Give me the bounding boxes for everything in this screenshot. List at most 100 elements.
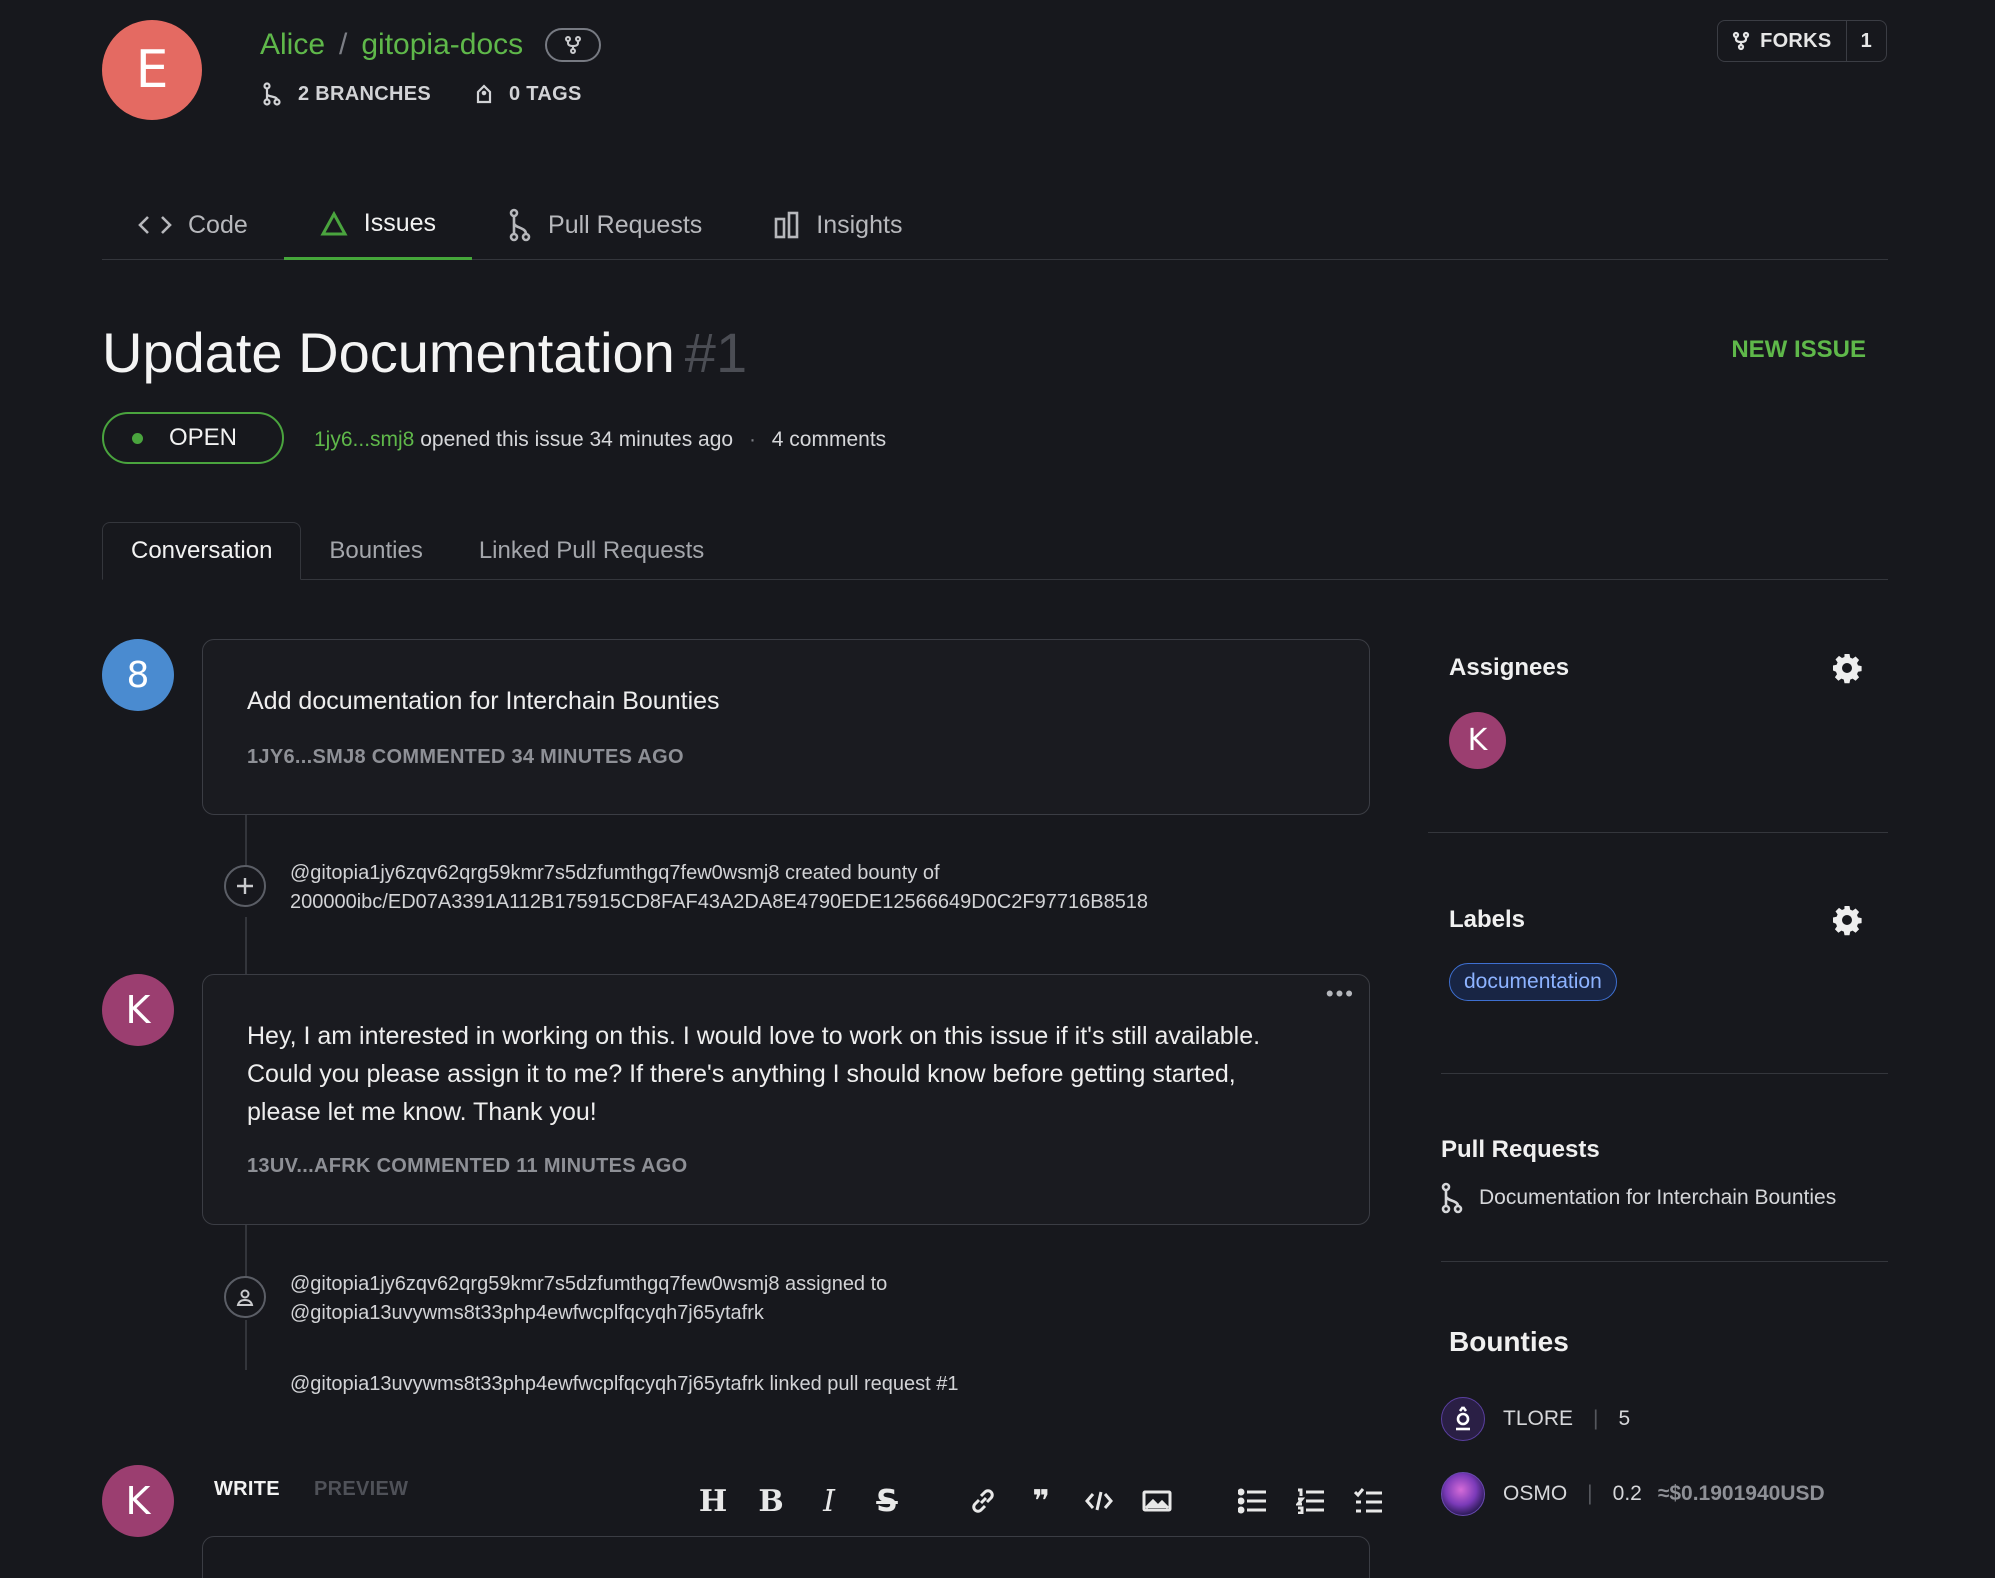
repo-tabs: Code Issues Pull Requests Insights [102,190,1888,260]
subtab-conversation[interactable]: Conversation [102,522,302,580]
ordered-list-icon[interactable] [1292,1482,1330,1520]
tab-pull-requests[interactable]: Pull Requests [472,190,738,260]
osmo-token-icon [1441,1472,1485,1516]
quote-icon[interactable]: ❞ [1022,1482,1060,1520]
sidebar-divider [1441,1261,1888,1262]
code-icon [138,216,172,234]
timeline-line [245,1225,247,1277]
bounties-title: Bounties [1449,1326,1569,1357]
issue-comments-count: 4 comments [771,428,887,451]
tab-code[interactable]: Code [102,190,284,260]
branch-icon [263,82,281,106]
linked-pull-request[interactable]: Documentation for Interchain Bounties [1441,1182,1836,1214]
issue-subtabs: Conversation Bounties Linked Pull Reques… [102,522,1888,580]
editor-tabs: WRITE PREVIEW [214,1478,408,1501]
tlore-token-icon [1441,1397,1485,1441]
avatar[interactable]: K [102,974,174,1046]
meta-separator: · [748,428,756,451]
issue-number: #1 [684,321,748,384]
assignees-gear-icon[interactable] [1831,652,1863,684]
bounty-token: TLORE [1503,1407,1574,1430]
comment-menu-button[interactable]: ••• [1326,981,1355,1007]
event-line: 200000ibc/ED07A3391A112B175915CD8FAF43A2… [290,891,1149,913]
sidebar-divider [1441,1073,1888,1074]
bold-icon[interactable]: B [752,1482,790,1520]
avatar: K [102,1465,174,1537]
tab-issues[interactable]: Issues [283,190,473,260]
bounty-token: OSMO [1503,1482,1568,1505]
label-documentation[interactable]: documentation [1449,963,1617,1001]
avatar[interactable]: 8 [102,639,174,711]
heading-icon[interactable]: H [694,1482,732,1520]
event-line: @gitopia13uvywms8t33php4ewfwcplfqcyqh7j6… [290,1302,764,1324]
strikethrough-icon[interactable]: S [868,1482,906,1520]
tags-count: 0 TAGS [509,82,582,105]
fork-icon [1732,31,1750,51]
issue-meta: 1jy6...smj8 opened this issue 34 minutes… [314,428,886,452]
timeline-line [245,1320,247,1370]
tab-insights-label: Insights [816,210,903,239]
repo-path: Alice / gitopia-docs [260,28,602,62]
tab-issues-label: Issues [363,209,437,237]
comment-meta: 13UV...AFRK COMMENTED 11 MINUTES AGO [247,1155,688,1177]
sidebar-divider [1428,832,1888,833]
bounty-separator: | [1587,1482,1593,1505]
bounty-amount: 0.2 [1612,1482,1642,1505]
labels-title: Labels [1449,906,1526,933]
insights-icon [774,211,799,239]
issue-opened-text: opened this issue 34 minutes ago [420,428,734,451]
issue-title-text: Update Documentation [102,321,675,384]
repo-name-link[interactable]: gitopia-docs [361,28,523,62]
comment-meta: 1JY6...SMJ8 COMMENTED 34 MINUTES AGO [247,746,684,768]
status-dot [132,432,143,444]
event-line: @gitopia1jy6zqv62qrg59kmr7s5dzfumthgq7fe… [290,862,940,884]
new-issue-button[interactable]: NEW ISSUE [1731,336,1866,364]
subtab-linked-pull-requests[interactable]: Linked Pull Requests [451,522,732,580]
issue-icon [320,210,348,235]
italic-icon[interactable]: I [810,1482,848,1520]
repo-avatar: E [102,20,202,120]
labels-gear-icon[interactable] [1831,904,1863,936]
comment-editor[interactable] [202,1536,1370,1578]
tab-insights[interactable]: Insights [738,190,938,260]
issue-author-link[interactable]: 1jy6...smj8 [314,428,414,451]
link-icon[interactable] [964,1482,1002,1520]
tag-icon [476,84,492,104]
tab-code-label: Code [188,210,248,239]
code-icon[interactable] [1080,1482,1118,1520]
event-line: @gitopia13uvywms8t33php4ewfwcplfqcyqh7j6… [290,1373,959,1395]
branches-stat[interactable]: 2 BRANCHES [262,82,431,106]
repo-owner-link[interactable]: Alice [260,28,325,62]
fork-badge[interactable] [545,28,602,62]
bounty-created-event: @gitopia1jy6zqv62qrg59kmr7s5dzfumthgq7fe… [290,859,1148,917]
image-icon[interactable] [1138,1482,1176,1520]
comment-body: Hey, I am interested in working on this.… [247,1017,1260,1131]
forks-count: 1 [1845,21,1886,61]
issue-status-text: OPEN [169,424,238,451]
unordered-list-icon[interactable] [1234,1482,1272,1520]
assignee-event-icon [224,1276,266,1318]
timeline-line [245,917,247,975]
write-tab[interactable]: WRITE [214,1478,280,1501]
comment-body: Add documentation for Interchain Bountie… [247,687,720,715]
comment-card: Add documentation for Interchain Bountie… [202,639,1370,815]
comment-body-line: please let me know. Thank you! [247,1098,597,1126]
preview-tab[interactable]: PREVIEW [314,1478,408,1501]
bounty-row: OSMO | 0.2 ≈$0.1901940USD [1441,1472,1825,1516]
linked-pull-request-title: Documentation for Interchain Bounties [1479,1186,1837,1209]
assigned-event: @gitopia1jy6zqv62qrg59kmr7s5dzfumthgq7fe… [290,1270,887,1328]
comment-body-line: Hey, I am interested in working on this.… [247,1022,1261,1050]
task-list-icon[interactable] [1350,1482,1388,1520]
pull-request-icon [509,208,531,242]
forks-button[interactable]: FORKS 1 [1717,20,1887,62]
assignee-avatar[interactable]: K [1449,712,1506,769]
bounty-amount: 5 [1618,1407,1631,1430]
bounty-row: TLORE | 5 [1441,1397,1630,1441]
pull-requests-title: Pull Requests [1441,1136,1600,1163]
repo-stats: 2 BRANCHES 0 TAGS [262,82,582,106]
tags-stat[interactable]: 0 TAGS [475,82,582,106]
subtab-bounties[interactable]: Bounties [301,522,450,580]
pull-request-icon [1441,1182,1463,1214]
issue-title: Update Documentation #1 [102,320,747,385]
add-event-icon [224,865,266,907]
